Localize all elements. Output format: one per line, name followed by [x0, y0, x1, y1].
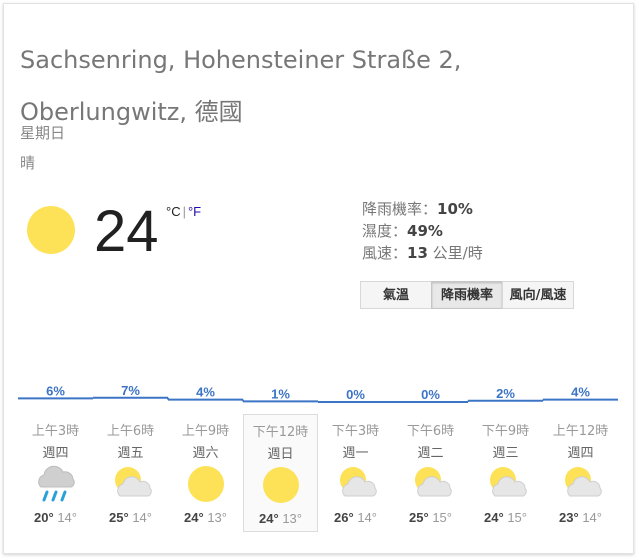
precip-label: 7% [121, 383, 140, 398]
forecast-temps: 24° 13° [168, 510, 243, 525]
forecast-weekday: 週一 [342, 446, 369, 461]
precip-label: 降雨機率： [362, 200, 438, 218]
forecast-high: 25° [109, 510, 129, 525]
current-temperature: 24 [94, 199, 159, 264]
partly-cloudy-icon [468, 462, 543, 506]
chart-tabs: 氣溫 降雨機率 風向/風速 [360, 281, 574, 309]
unit-separator: | [182, 204, 186, 219]
forecast-temps: 24° 15° [468, 510, 543, 525]
forecast-time: 上午9時 [181, 424, 230, 439]
forecast-high: 26° [334, 510, 354, 525]
precipitation-chart: 6% 7% 4% 1% 0% 0% 2% 4% [18, 383, 618, 403]
forecast-high: 24° [259, 511, 279, 526]
forecast-time: 下午3時 [331, 424, 380, 439]
precip-value: 10% [437, 200, 473, 218]
forecast-low: 15° [432, 510, 452, 525]
precip-label: 1% [271, 386, 290, 401]
weather-details: 降雨機率：10% 濕度：49% 風速：13 公里/時 [362, 198, 483, 264]
wind-label: 風速： [362, 244, 408, 262]
forecast-low: 14° [582, 510, 602, 525]
partly-cloudy-icon [543, 462, 618, 506]
forecast-day[interactable]: 上午12時週四 23° 14° [543, 414, 618, 532]
precip-label: 0% [346, 387, 365, 402]
forecast-temps: 24° 13° [244, 511, 317, 526]
weather-card: Sachsenring, Hohensteiner Straße 2, Ober… [3, 3, 634, 554]
forecast-time: 下午9時 [481, 424, 530, 439]
forecast-high: 20° [34, 510, 54, 525]
partly-cloudy-icon [393, 462, 468, 506]
forecast-weekday: 週三 [492, 446, 519, 461]
wind-value: 13 [407, 244, 428, 262]
tab-precipitation[interactable]: 降雨機率 [431, 281, 503, 309]
forecast-time: 上午6時 [106, 424, 155, 439]
forecast-weekday: 週五 [117, 446, 144, 461]
forecast-high: 25° [409, 510, 429, 525]
wind-unit: 公里/時 [427, 244, 483, 262]
forecast-temps: 25° 14° [93, 510, 168, 525]
forecast-weekday: 週六 [192, 446, 219, 461]
forecast-temps: 25° 15° [393, 510, 468, 525]
forecast-weekday: 週四 [42, 446, 69, 461]
hourly-forecast: 上午3時 週四 20° 14° 上午6時 週五 25° 14° 上午9時 週六 24° 13° 下… [18, 414, 618, 532]
celsius-unit[interactable]: °C [166, 204, 181, 219]
location-title: Sachsenring, Hohensteiner Straße 2, Ober… [20, 46, 462, 126]
forecast-temps: 20° 14° [18, 510, 93, 525]
tab-wind[interactable]: 風向/風速 [502, 281, 574, 309]
forecast-temps: 23° 14° [543, 510, 618, 525]
forecast-high: 24° [184, 510, 204, 525]
forecast-low: 14° [132, 510, 152, 525]
sunny-icon [27, 206, 75, 254]
forecast-low: 15° [507, 510, 527, 525]
forecast-day[interactable]: 上午3時週四 20° 14° [18, 414, 93, 532]
current-condition: 晴 [20, 154, 36, 172]
humidity-label: 濕度： [362, 222, 408, 240]
sunny-icon [244, 463, 317, 507]
forecast-weekday: 週二 [417, 446, 444, 461]
forecast-time: 上午3時 [31, 424, 80, 439]
forecast-day[interactable]: 上午9時週六 24° 13° [168, 414, 243, 532]
unit-switcher: °C | °F [166, 204, 201, 219]
forecast-day[interactable]: 下午3時週一 26° 14° [318, 414, 393, 532]
forecast-high: 24° [484, 510, 504, 525]
forecast-day[interactable]: 上午6時週五 25° 14° [93, 414, 168, 532]
forecast-high: 23° [559, 510, 579, 525]
partly-cloudy-icon [318, 462, 393, 506]
forecast-low: 13° [207, 510, 227, 525]
fahrenheit-link[interactable]: °F [188, 204, 201, 219]
humidity-row: 濕度：49% [362, 220, 483, 242]
forecast-weekday: 週日 [267, 447, 294, 462]
precip-label: 4% [196, 385, 215, 400]
precip-label: 6% [46, 383, 65, 398]
forecast-time: 上午12時 [552, 424, 609, 439]
precip-label: 2% [496, 386, 515, 401]
wind-row: 風速：13 公里/時 [362, 242, 483, 264]
forecast-temps: 26° 14° [318, 510, 393, 525]
forecast-day[interactable]: 下午12時週日 24° 13° [243, 414, 318, 532]
forecast-low: 13° [282, 511, 302, 526]
forecast-day[interactable]: 下午6時週二 25° 15° [393, 414, 468, 532]
forecast-time: 下午6時 [406, 424, 455, 439]
precip-row: 降雨機率：10% [362, 198, 483, 220]
partly-cloudy-icon [93, 462, 168, 506]
precip-label: 4% [571, 385, 590, 400]
precip-label: 0% [421, 387, 440, 402]
forecast-day[interactable]: 下午9時週三 24° 15° [468, 414, 543, 532]
forecast-weekday: 週四 [567, 446, 594, 461]
forecast-low: 14° [57, 510, 77, 525]
current-day: 星期日 [20, 124, 66, 142]
forecast-time: 下午12時 [252, 425, 309, 440]
humidity-value: 49% [407, 222, 443, 240]
forecast-low: 14° [357, 510, 377, 525]
rain-cloud-icon [18, 462, 93, 506]
tab-temperature[interactable]: 氣溫 [360, 281, 432, 309]
sunny-icon [168, 462, 243, 506]
